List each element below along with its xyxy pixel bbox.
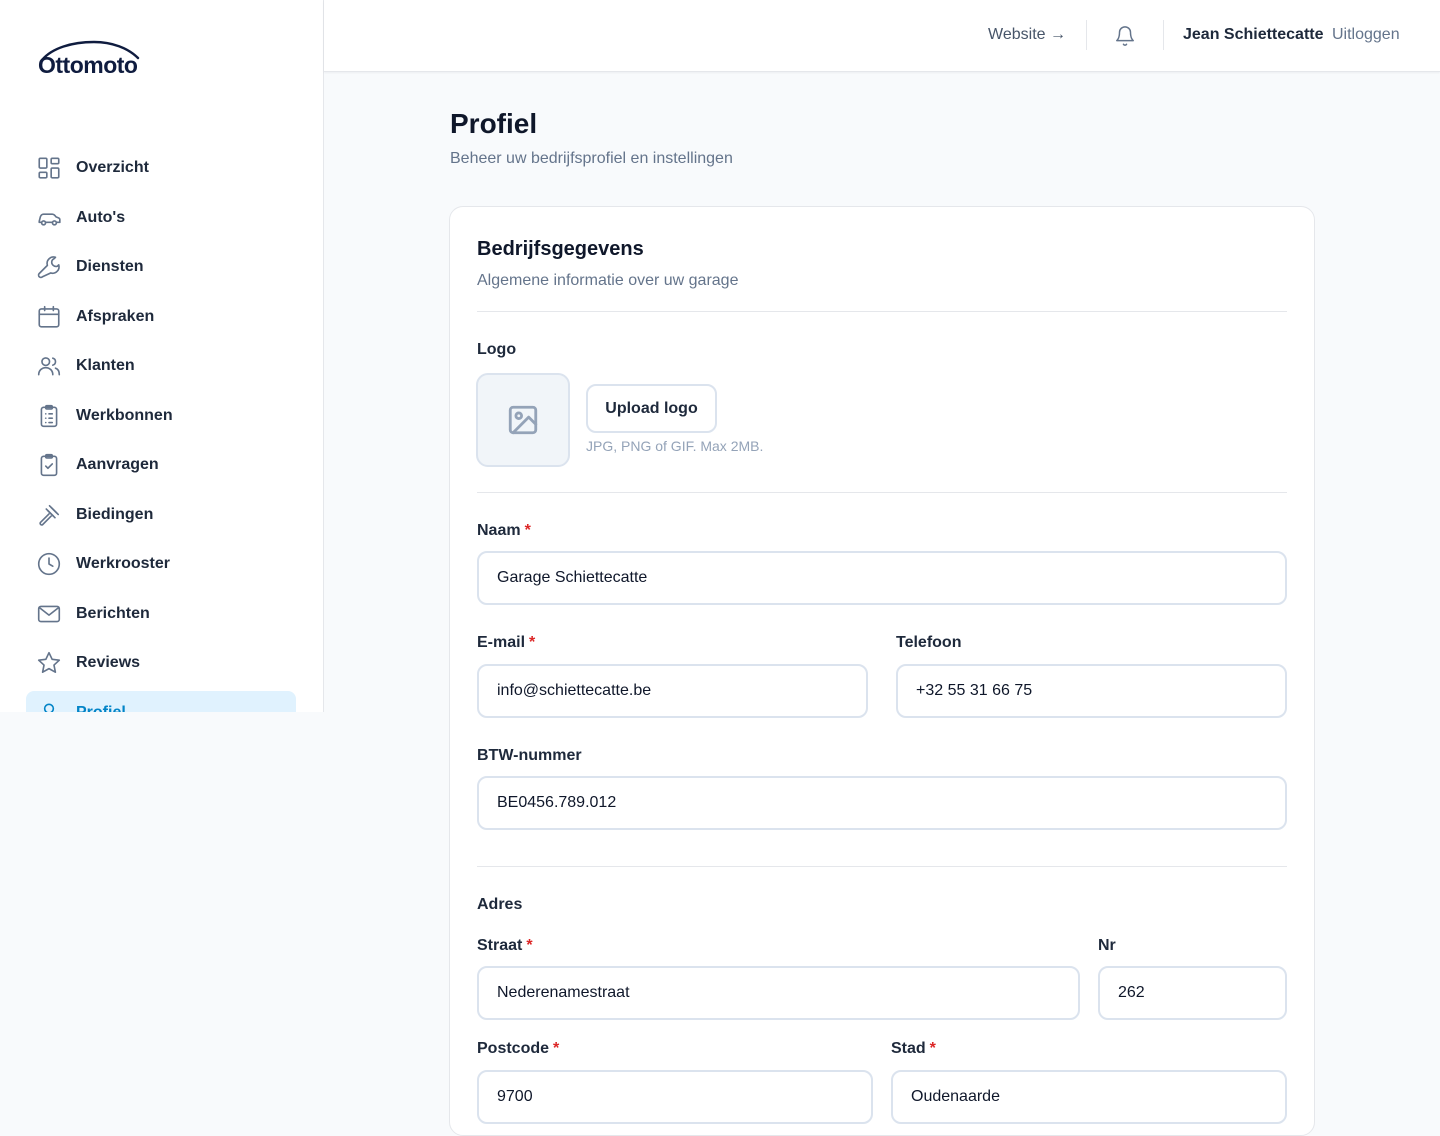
required-mark: * — [929, 1040, 936, 1057]
sidebar-item-label: Biedingen — [76, 505, 154, 523]
upload-logo-button[interactable]: Upload logo — [586, 384, 717, 433]
sidebar: Ottomoto Overzicht Auto's Diensten Afspr… — [0, 0, 324, 712]
sidebar-item-label: Klanten — [76, 357, 135, 374]
postcode-label: Postcode * — [477, 1040, 559, 1058]
name-field[interactable] — [477, 551, 1287, 605]
phone-label: Telefoon — [896, 634, 962, 651]
sidebar-item-label: Werkrooster — [76, 555, 170, 572]
brand-logo[interactable]: Ottomoto — [38, 40, 148, 80]
topbar: Website → Jean Schiettecatte Uitloggen — [324, 0, 1440, 72]
sidebar-item-biedingen[interactable]: Biedingen — [26, 493, 296, 537]
sidebar-item-label: Aanvragen — [76, 456, 159, 473]
sidebar-item-profiel[interactable]: Profiel — [26, 690, 296, 713]
card-title: Bedrijfsgegevens — [477, 238, 644, 260]
street-label-text: Straat — [477, 937, 523, 954]
upload-hint: JPG, PNG of GIF. Max 2MB. — [586, 438, 764, 454]
bell-icon[interactable] — [1114, 24, 1136, 48]
vat-field[interactable] — [477, 776, 1287, 830]
sidebar-item-berichten[interactable]: Berichten — [26, 592, 296, 636]
sidebar-item-label: Afspraken — [76, 307, 155, 325]
brand-name: Ottomoto — [38, 52, 138, 78]
nr-label: Nr — [1098, 937, 1116, 954]
topbar-divider — [1163, 20, 1164, 50]
sidebar-item-label: Diensten — [76, 258, 144, 275]
required-mark: * — [526, 937, 533, 954]
sidebar-item-reviews[interactable]: Reviews — [26, 641, 296, 685]
card-subtitle: Algemene informatie over uw garage — [477, 272, 739, 289]
city-label: Stad * — [891, 1040, 936, 1058]
user-name: Jean Schiettecatte — [1183, 26, 1324, 43]
sidebar-item-werkrooster[interactable]: Werkrooster — [26, 542, 296, 586]
sidebar-item-overzicht[interactable]: Overzicht — [26, 146, 296, 190]
required-mark: * — [529, 634, 536, 651]
sidebar-item-werkbonnen[interactable]: Werkbonnen — [26, 394, 296, 438]
nr-field[interactable] — [1098, 966, 1287, 1020]
divider — [477, 492, 1287, 493]
email-label: E-mail * — [477, 634, 535, 652]
divider — [477, 866, 1287, 867]
sidebar-item-diensten[interactable]: Diensten — [26, 245, 296, 289]
sidebar-item-label: Auto's — [76, 208, 126, 226]
phone-field[interactable] — [896, 664, 1287, 718]
sidebar-item-label: Profiel — [76, 703, 126, 713]
sidebar-nav: Overzicht Auto's Diensten Afspraken Klan… — [26, 146, 296, 712]
sidebar-item-klanten[interactable]: Klanten — [26, 344, 296, 388]
car-icon — [36, 205, 62, 231]
email-field[interactable] — [477, 664, 868, 718]
required-mark: * — [524, 522, 531, 539]
logo-preview — [476, 373, 570, 467]
mail-icon — [36, 601, 62, 627]
divider — [477, 311, 1287, 312]
users-icon — [36, 353, 62, 379]
sidebar-item-afspraken[interactable]: Afspraken — [26, 295, 296, 339]
image-icon — [508, 405, 538, 435]
website-link[interactable]: Website → — [988, 26, 1066, 44]
sidebar-item-label: Reviews — [76, 654, 141, 671]
clipboard-list-icon — [36, 403, 62, 429]
grid-icon — [36, 155, 62, 181]
company-details-card: Bedrijfsgegevens Algemene informatie ove… — [449, 206, 1315, 1136]
sidebar-item-autos[interactable]: Auto's — [26, 196, 296, 240]
clock-icon — [36, 551, 62, 577]
street-field[interactable] — [477, 966, 1080, 1020]
postcode-field[interactable] — [477, 1070, 873, 1124]
wrench-icon — [36, 254, 62, 280]
postcode-label-text: Postcode — [477, 1040, 550, 1057]
street-label: Straat * — [477, 937, 533, 955]
required-mark: * — [553, 1040, 560, 1057]
logo-label: Logo — [477, 341, 517, 358]
topbar-divider — [1086, 20, 1087, 50]
gavel-icon — [36, 502, 62, 528]
logout-link[interactable]: Uitloggen — [1332, 26, 1400, 44]
clipboard-check-icon — [36, 452, 62, 478]
address-heading: Adres — [477, 896, 523, 913]
name-label: Naam * — [477, 522, 531, 540]
email-label-text: E-mail — [477, 634, 526, 651]
name-label-text: Naam — [477, 522, 521, 539]
star-icon — [36, 650, 62, 676]
sidebar-item-aanvragen[interactable]: Aanvragen — [26, 443, 296, 487]
sidebar-item-label: Overzicht — [76, 159, 149, 176]
city-label-text: Stad — [891, 1040, 926, 1057]
page-title: Profiel — [450, 108, 538, 139]
user-icon — [36, 700, 62, 712]
sidebar-item-label: Berichten — [76, 604, 150, 622]
city-field[interactable] — [891, 1070, 1287, 1124]
page-subtitle: Beheer uw bedrijfsprofiel en instellinge… — [450, 150, 733, 167]
calendar-icon — [36, 304, 62, 330]
vat-label: BTW-nummer — [477, 747, 582, 764]
sidebar-item-label: Werkbonnen — [76, 406, 173, 424]
